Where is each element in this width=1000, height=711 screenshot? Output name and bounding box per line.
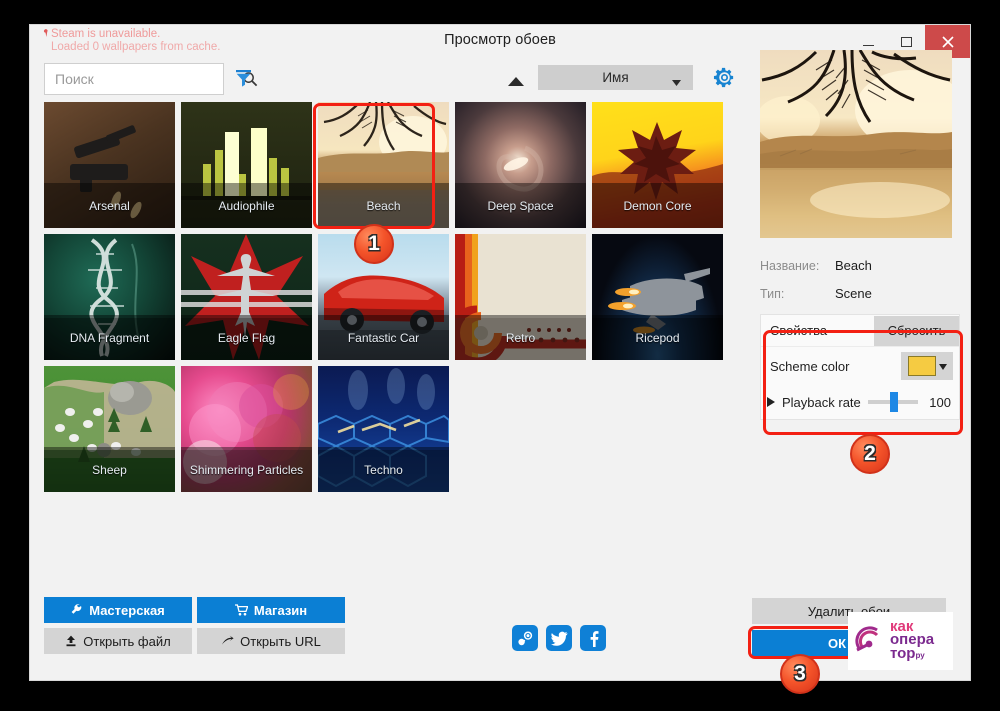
properties-title: Свойства xyxy=(770,323,828,338)
wallpaper-tile-arsenal[interactable]: Arsenal xyxy=(44,102,175,228)
scheme-color-label: Scheme color xyxy=(770,358,850,374)
playback-rate-slider[interactable] xyxy=(867,392,918,412)
search-box[interactable] xyxy=(44,63,258,95)
wallpaper-title: Fantastic Car xyxy=(318,315,449,360)
reset-button[interactable]: Сбросить xyxy=(874,315,959,346)
watermark-suffix: ру xyxy=(915,650,925,660)
screenshot-root: Просмотр обоев Steam is unavailable. Loa… xyxy=(0,0,1000,711)
wallpaper-title: Retro xyxy=(455,315,586,360)
name-value: Beach xyxy=(835,258,872,273)
wallpaper-grid: Arsenal Audiophile Beach Deep Space Demo… xyxy=(44,102,744,512)
open-url-button[interactable]: Открыть URL xyxy=(197,628,345,654)
social-links xyxy=(512,625,606,651)
name-row: Название: Beach xyxy=(760,258,960,273)
pin-icon xyxy=(43,29,48,37)
button-row-2: Открыть файл Открыть URL xyxy=(44,628,345,654)
wallpaper-tile-ricepod[interactable]: Ricepod xyxy=(592,234,723,360)
slider-knob[interactable] xyxy=(889,392,898,412)
watermark-text: как опера торру xyxy=(890,619,934,663)
sort-dropdown[interactable]: Имя xyxy=(538,65,693,90)
expand-triangle-icon[interactable] xyxy=(767,397,775,407)
bottom-left-buttons: Мастерская Магазин Открыть файл Открыть … xyxy=(44,597,345,659)
watermark: как опера торру xyxy=(848,612,953,670)
steam-status: Steam is unavailable. Loaded 0 wallpaper… xyxy=(42,28,220,54)
metadata: Название: Beach Тип: Scene xyxy=(760,258,960,301)
wallpaper-tile-audiophile[interactable]: Audiophile xyxy=(181,102,312,228)
maximize-icon xyxy=(900,36,912,47)
watermark-logo-icon xyxy=(855,626,879,652)
color-swatch xyxy=(907,356,936,376)
scheme-color-row: Scheme color xyxy=(761,347,959,385)
wallpaper-tile-deep-space[interactable]: Deep Space xyxy=(455,102,586,228)
type-label: Тип: xyxy=(760,287,785,301)
wallpaper-tile-beach[interactable]: Beach xyxy=(318,102,449,228)
step-badge-1: 1 xyxy=(354,224,394,264)
open-file-label: Открыть файл xyxy=(83,633,171,649)
status-line-1: Steam is unavailable. xyxy=(42,28,220,41)
playback-rate-value: 100 xyxy=(929,394,951,410)
open-url-label: Открыть URL xyxy=(240,633,321,649)
wallpaper-title: Sheep xyxy=(44,447,175,492)
properties-panel: Свойства Сбросить Scheme color Playback … xyxy=(760,314,960,420)
gear-icon[interactable] xyxy=(713,66,736,94)
watermark-line-3: торру xyxy=(890,644,925,662)
name-label: Название: xyxy=(760,259,820,273)
wallpaper-tile-retro[interactable]: Retro xyxy=(455,234,586,360)
open-file-button[interactable]: Открыть файл xyxy=(44,628,192,654)
chevron-down-icon xyxy=(672,74,681,89)
type-row: Тип: Scene xyxy=(760,286,960,301)
status-line-2: Loaded 0 wallpapers from cache. xyxy=(51,41,221,53)
wallpaper-title: Techno xyxy=(318,447,449,492)
type-value: Scene xyxy=(835,286,872,301)
properties-header: Свойства Сбросить xyxy=(761,315,959,347)
wallpaper-title: Arsenal xyxy=(44,183,175,228)
filter-icon[interactable] xyxy=(235,69,252,92)
wallpaper-title: Eagle Flag xyxy=(181,315,312,360)
wallpaper-title: Shimmering Particles xyxy=(181,447,312,492)
wallpaper-tile-sheep[interactable]: Sheep xyxy=(44,366,175,492)
wallpaper-title: Beach xyxy=(318,183,449,228)
upload-icon xyxy=(66,635,76,647)
wallpaper-title: Demon Core xyxy=(592,183,723,228)
wallpaper-tile-demon-core[interactable]: Demon Core xyxy=(592,102,723,228)
workshop-label: Мастерская xyxy=(89,602,165,618)
app-window: Просмотр обоев Steam is unavailable. Loa… xyxy=(30,25,970,680)
facebook-icon[interactable] xyxy=(580,625,606,651)
button-row-1: Мастерская Магазин xyxy=(44,597,345,623)
steam-icon[interactable] xyxy=(512,625,538,651)
store-button[interactable]: Магазин xyxy=(197,597,345,623)
wallpaper-tile-techno[interactable]: Techno xyxy=(318,366,449,492)
wallpaper-title: DNA Fragment xyxy=(44,315,175,360)
arrow-icon xyxy=(222,635,234,645)
sort-ascending-icon[interactable] xyxy=(507,74,525,92)
workshop-button[interactable]: Мастерская xyxy=(44,597,192,623)
wallpaper-tile-eagle-flag[interactable]: Eagle Flag xyxy=(181,234,312,360)
minimize-icon xyxy=(862,44,874,46)
twitter-icon[interactable] xyxy=(546,625,572,651)
wallpaper-title: Audiophile xyxy=(181,183,312,228)
search-input[interactable] xyxy=(45,64,242,94)
chevron-down-icon xyxy=(938,357,947,375)
wallpaper-title: Deep Space xyxy=(455,183,586,228)
step-badge-2: 2 xyxy=(850,434,890,474)
close-icon xyxy=(941,35,954,48)
wallpaper-title: Ricepod xyxy=(592,315,723,360)
step-badge-3: 3 xyxy=(780,654,820,694)
wallpaper-tile-shimmering-particles[interactable]: Shimmering Particles xyxy=(181,366,312,492)
sort-value: Имя xyxy=(602,70,629,85)
preview-image xyxy=(760,50,952,238)
playback-rate-row: Playback rate 100 xyxy=(761,385,959,419)
store-label: Магазин xyxy=(253,602,308,618)
scheme-color-picker[interactable] xyxy=(901,352,953,380)
cart-icon xyxy=(234,604,248,616)
wrench-icon xyxy=(71,604,82,614)
wallpaper-tile-dna-fragment[interactable]: DNA Fragment xyxy=(44,234,175,360)
details-panel: Название: Beach Тип: Scene Свойства Сбро… xyxy=(760,50,960,420)
playback-rate-label: Playback rate xyxy=(782,394,861,410)
